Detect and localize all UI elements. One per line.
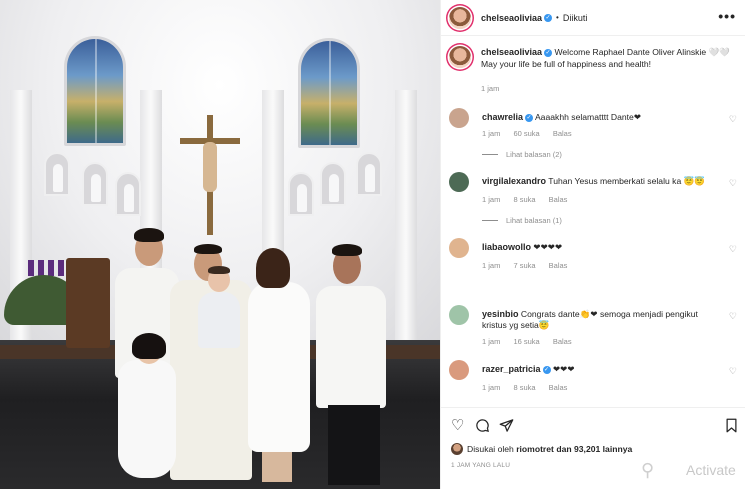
stained-glass-window [298,38,360,148]
view-replies-button[interactable]: Lihat balasan (1) [482,216,562,225]
comment-time: 1 jam [482,383,501,392]
comment-meta: 1 jam 8 suka Balas [482,195,578,204]
view-replies-button[interactable]: Lihat balasan (2) [482,150,562,159]
comment-likes[interactable]: 16 suka [513,337,539,346]
author-avatar[interactable] [449,6,471,29]
follow-status-button[interactable]: Diikuti [563,13,588,23]
post-actions-bar: ♡ [441,407,745,443]
comment-likes[interactable]: 60 suka [513,129,539,138]
caption-username[interactable]: chelseaoliviaa [481,47,542,57]
verified-badge-icon: ✓ [542,365,551,374]
comment-text-block: virgilalexandro Tuhan Yesus memberkati s… [482,176,722,187]
likes-prefix: Disukai oleh [467,444,514,454]
comment-text: ❤❤❤❤ [533,242,563,252]
comment-meta: 1 jam 60 suka Balas [482,129,583,138]
statue-niche [82,162,108,206]
post-timestamp: 1 JAM YANG LALU [451,462,511,469]
more-options-icon[interactable]: ••• [718,8,736,24]
reply-button[interactable]: Balas [549,383,568,392]
comment-time: 1 jam [482,337,501,346]
comment-username[interactable]: liabaowollo [482,242,531,252]
statue-niche [320,162,346,206]
statue-niche [44,152,70,196]
comment-like-heart-icon[interactable]: ♡ [729,244,737,255]
caption-author-avatar[interactable] [449,46,471,68]
church-column [395,90,417,350]
reply-button[interactable]: Balas [549,261,568,270]
comment-likes[interactable]: 8 suka [513,383,535,392]
commenter-avatar[interactable] [449,305,469,325]
statue-niche [115,172,141,216]
comment-username[interactable]: razer_patricia [482,364,541,374]
key-watermark-icon: ⚲ [641,460,655,480]
comment-text-block: chawrelia ✓ Aaaakhh selamatttt Dante❤ [482,112,722,123]
comment-like-heart-icon[interactable]: ♡ [729,178,737,189]
verified-badge-icon: ✓ [525,113,534,122]
advent-candles [28,260,68,276]
comment-time: 1 jam [482,261,501,270]
separator-dot: • [556,13,559,22]
comment-username[interactable]: virgilalexandro [482,176,546,186]
comment-like-heart-icon[interactable]: ♡ [729,311,737,322]
comment-bubble-icon[interactable] [475,418,490,436]
caption-text-block: chelseaoliviaa ✓ Welcome Raphael Dante Ol… [481,46,731,70]
statue-niche [356,152,382,196]
comment-text-block: yesinbio Congrats dante👏❤ semoga menjadi… [482,309,722,331]
post-header: chelseaoliviaa ✓ • Diikuti ••• [441,0,745,36]
comment-username[interactable]: yesinbio [482,309,519,319]
comment-meta: 1 jam 7 suka Balas [482,261,578,270]
comment-like-heart-icon[interactable]: ♡ [729,114,737,125]
wooden-stand [66,258,110,348]
post-caption: chelseaoliviaa ✓ Welcome Raphael Dante Ol… [449,46,739,93]
comment-username[interactable]: chawrelia [482,112,523,122]
author-username[interactable]: chelseaoliviaa [481,13,542,23]
liker-avatar[interactable] [451,443,463,455]
verified-badge-icon: ✓ [544,13,553,22]
comment-meta: 1 jam 8 suka Balas [482,383,578,392]
comment-text: Aaaakhh selamatttt Dante❤ [534,112,642,122]
comment-text: ❤❤❤ [552,364,575,374]
caption-time: 1 jam [481,84,500,93]
activate-watermark: Activate [686,462,736,478]
paper-plane-icon[interactable] [499,418,514,436]
comment-likes[interactable]: 7 suka [513,261,535,270]
reply-button[interactable]: Balas [549,195,568,204]
heart-outline-icon[interactable]: ♡ [451,418,464,433]
comment-text-block: razer_patricia ✓ ❤❤❤ [482,364,722,375]
reply-button[interactable]: Balas [553,129,572,138]
comment-text: Tuhan Yesus memberkati selalu ka 😇😇 [548,176,706,186]
bookmark-icon[interactable] [725,418,738,436]
likes-count[interactable]: dan 93,201 lainnya [556,444,632,454]
post-photo[interactable] [0,0,440,489]
reply-button[interactable]: Balas [553,337,572,346]
crucifix-figure [203,142,217,192]
liker-username[interactable]: riomotret [516,444,554,454]
comment-text-block: liabaowollo ❤❤❤❤ [482,242,722,253]
view-replies-label: Lihat balasan (1) [506,216,562,225]
statue-niche [288,172,314,216]
view-replies-label: Lihat balasan (2) [506,150,562,159]
commenter-avatar[interactable] [449,238,469,258]
comment-time: 1 jam [482,195,501,204]
comment-like-heart-icon[interactable]: ♡ [729,366,737,377]
commenter-avatar[interactable] [449,108,469,128]
commenter-avatar[interactable] [449,172,469,192]
comment-meta: 1 jam 16 suka Balas [482,337,583,346]
comment-likes[interactable]: 8 suka [513,195,535,204]
comment-time: 1 jam [482,129,501,138]
stained-glass-window [64,36,126,146]
verified-badge-icon: ✓ [544,48,553,57]
commenter-avatar[interactable] [449,360,469,380]
likes-summary: Disukai oleh riomotret dan 93,201 lainny… [451,443,632,455]
post-panel: chelseaoliviaa ✓ • Diikuti ••• chelseaol… [440,0,745,489]
